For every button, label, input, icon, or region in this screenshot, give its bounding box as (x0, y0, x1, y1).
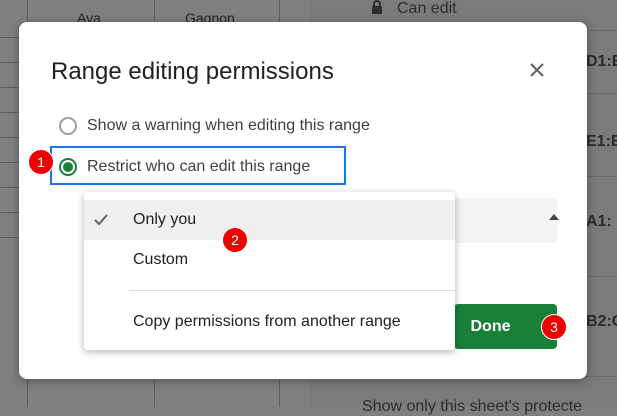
menu-item-label: Custom (133, 251, 189, 268)
menu-item-custom[interactable]: Custom (84, 240, 455, 280)
close-icon[interactable] (527, 60, 547, 80)
menu-item-copy-permissions[interactable]: Copy permissions from another range (84, 302, 455, 342)
permission-dropdown-menu: Only you Custom Copy permissions from an… (84, 192, 455, 350)
panel-range-text: E1:E1 (586, 133, 617, 150)
panel-range-text: A1: (586, 213, 612, 230)
step-marker-2: 2 (222, 227, 248, 253)
checkmark-icon (94, 214, 108, 226)
menu-divider (129, 290, 455, 291)
can-edit-label: Can edit (397, 0, 457, 17)
menu-item-label: Only you (133, 211, 197, 228)
caret-up-icon (549, 214, 559, 220)
dialog-title: Range editing permissions (51, 58, 334, 85)
step-marker-3: 3 (541, 314, 567, 340)
warning-option-label: Show a warning when editing this range (87, 117, 370, 134)
panel-range-text: D1:E (586, 53, 617, 70)
show-only-sheet-checkbox-label[interactable]: Show only this sheet's protecte (362, 398, 582, 416)
permission-select[interactable] (455, 198, 559, 243)
restrict-highlight-box (50, 146, 346, 185)
step-marker-1: 1 (28, 149, 54, 175)
lock-icon (372, 0, 382, 14)
warning-option[interactable]: Show a warning when editing this range (59, 117, 370, 135)
menu-item-label: Copy permissions from another range (133, 313, 401, 330)
panel-range-text: B2:C (586, 313, 617, 330)
menu-item-only-you[interactable]: Only you (84, 200, 455, 240)
warning-radio[interactable] (59, 117, 77, 135)
